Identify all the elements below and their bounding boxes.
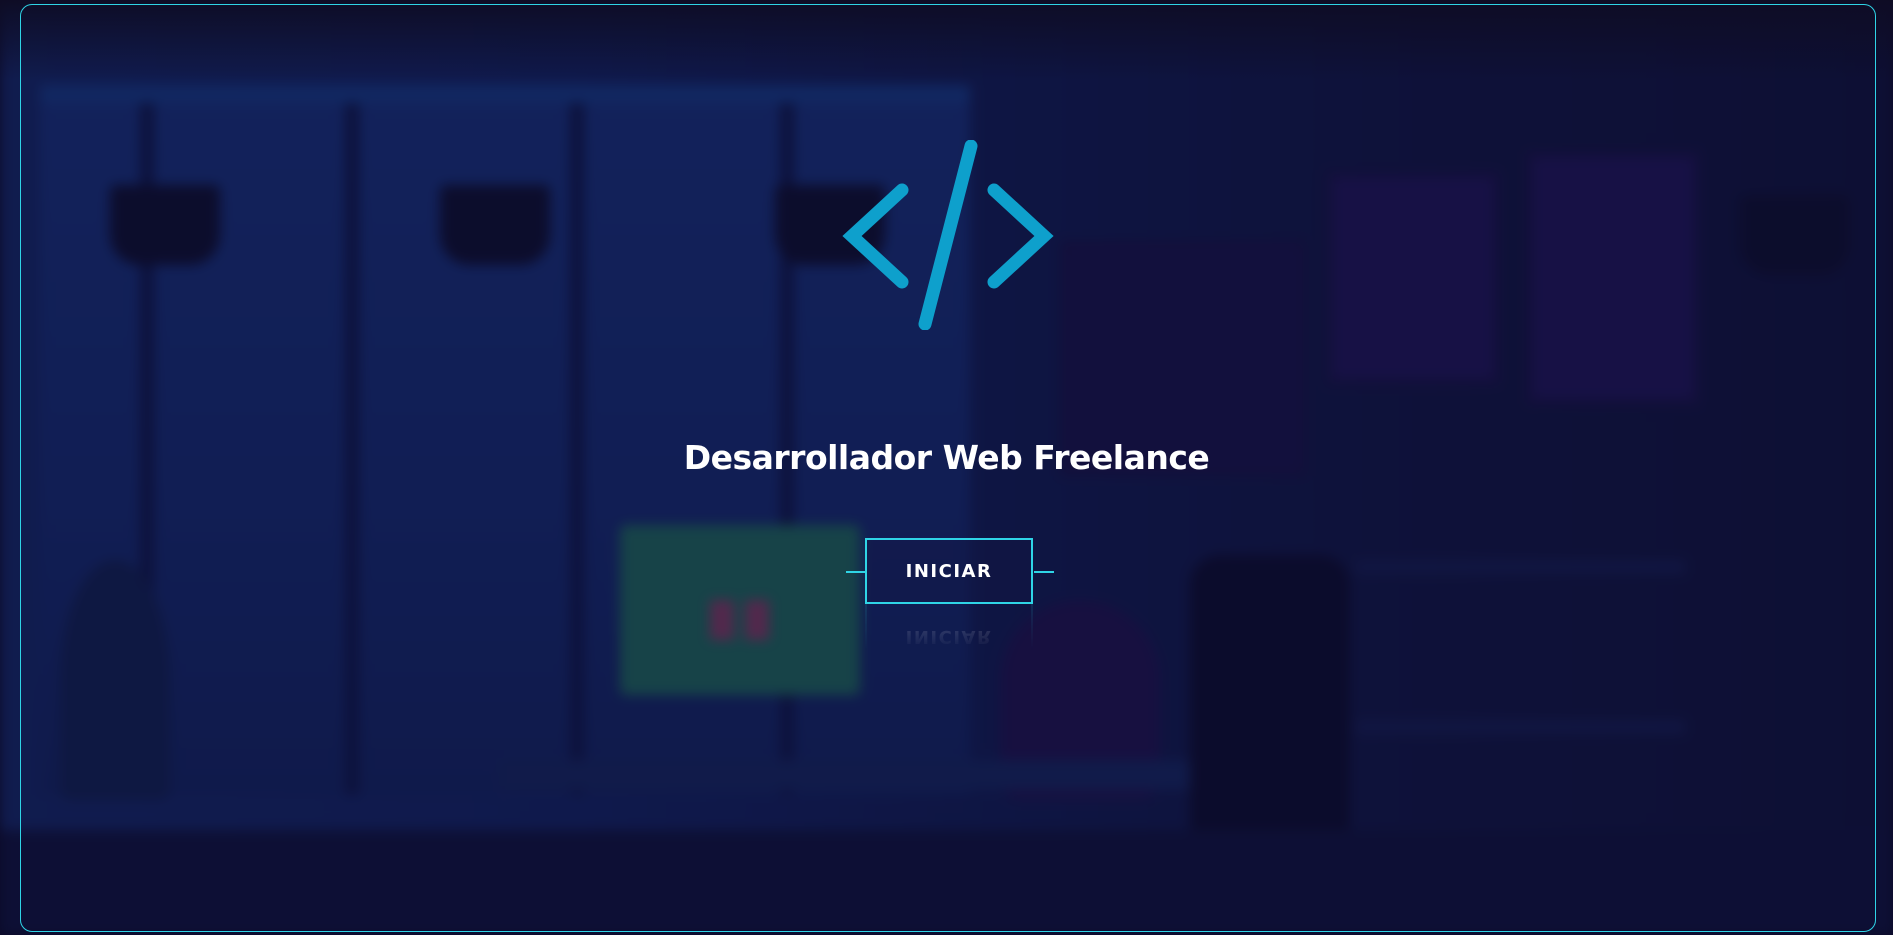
landing-screen: Desarrollador Web Freelance INICIAR INIC… [0,0,1893,935]
start-button-group: INICIAR [846,538,1054,604]
start-button-reflection: INICIAR [865,604,1033,670]
button-decor-line-right [1034,571,1054,573]
start-button[interactable]: INICIAR [865,538,1033,604]
hero-title: Desarrollador Web Freelance [683,438,1210,477]
button-decor-line-left [846,571,866,573]
code-brackets-icon [842,140,1054,330]
